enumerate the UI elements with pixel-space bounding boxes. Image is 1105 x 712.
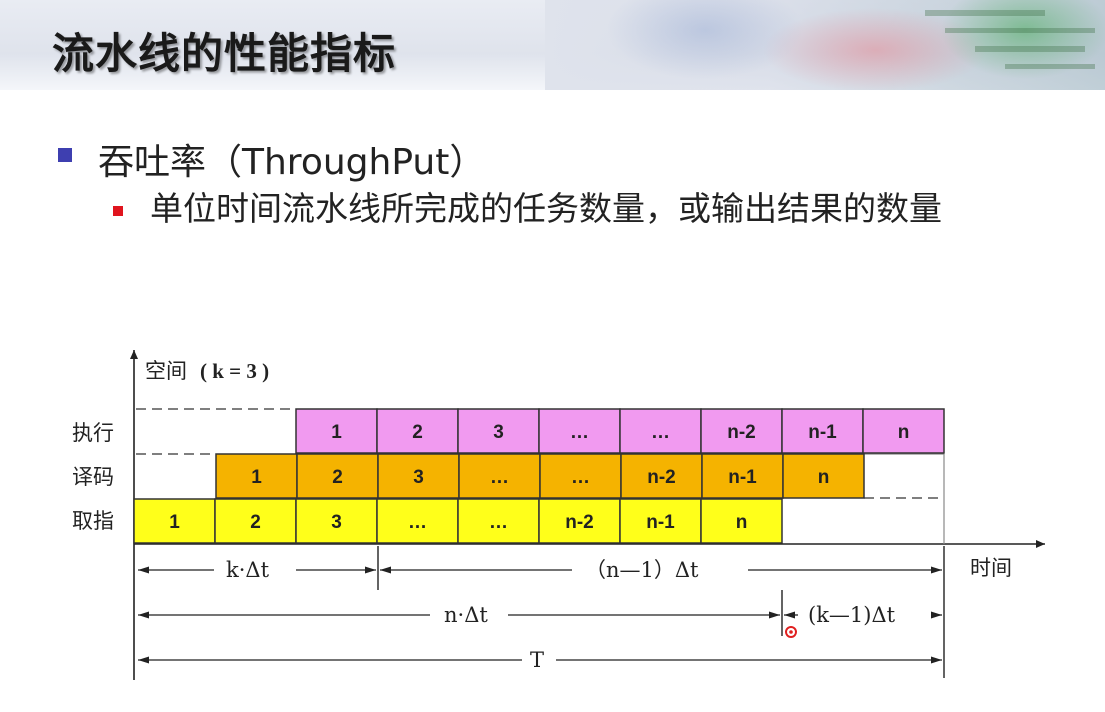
cell-label-fetch: 3 bbox=[331, 512, 342, 533]
dim-n-dt: n·Δt bbox=[444, 603, 488, 627]
row-label-fetch: 取指 bbox=[72, 509, 114, 533]
row-label-decode: 译码 bbox=[72, 465, 114, 489]
dim-k1-dt: (k—1)Δt bbox=[808, 603, 896, 627]
cell-label-execute: … bbox=[651, 422, 670, 443]
cell-label-execute: n bbox=[898, 422, 910, 443]
cell-label-fetch: n-2 bbox=[565, 512, 594, 533]
y-axis-label: 空间 bbox=[145, 359, 187, 383]
cell-label-decode: … bbox=[571, 467, 590, 488]
cell-label-execute: 2 bbox=[412, 422, 423, 443]
cell-label-fetch: 2 bbox=[250, 512, 261, 533]
cell-label-decode: 3 bbox=[413, 467, 424, 488]
x-axis-label: 时间 bbox=[970, 556, 1012, 580]
cell-label-fetch: n-1 bbox=[646, 512, 675, 533]
cell-label-fetch: … bbox=[489, 512, 508, 533]
k-label: ( k = 3 ) bbox=[200, 359, 269, 383]
dim-k-dt: k·Δt bbox=[226, 558, 270, 582]
dim-n1-dt: （n—1）Δt bbox=[585, 558, 699, 582]
cell-label-execute: … bbox=[570, 422, 589, 443]
cell-label-decode: … bbox=[490, 467, 509, 488]
cell-label-fetch: 1 bbox=[169, 512, 180, 533]
cell-label-decode: 1 bbox=[251, 467, 262, 488]
cell-label-fetch: … bbox=[408, 512, 427, 533]
dim-T: T bbox=[530, 648, 544, 672]
cell-label-fetch: n bbox=[736, 512, 748, 533]
pipeline-space-time-diagram: 空间 ( k = 3 ) 时间 1 2 3 … … n-2 n-1 n 1 2 3 … … n-2 n-1 n… bbox=[72, 350, 1045, 680]
row-label-execute: 执行 bbox=[72, 421, 114, 445]
pointer-dot-center bbox=[789, 630, 793, 634]
cell-label-decode: n bbox=[818, 467, 830, 488]
cell-label-execute: n-1 bbox=[808, 422, 837, 443]
cell-label-decode: n-2 bbox=[647, 467, 676, 488]
cell-label-execute: 1 bbox=[331, 422, 342, 443]
cell-label-execute: 3 bbox=[493, 422, 504, 443]
cell-label-decode: 2 bbox=[332, 467, 343, 488]
cell-label-execute: n-2 bbox=[727, 422, 756, 443]
cell-label-decode: n-1 bbox=[728, 467, 757, 488]
